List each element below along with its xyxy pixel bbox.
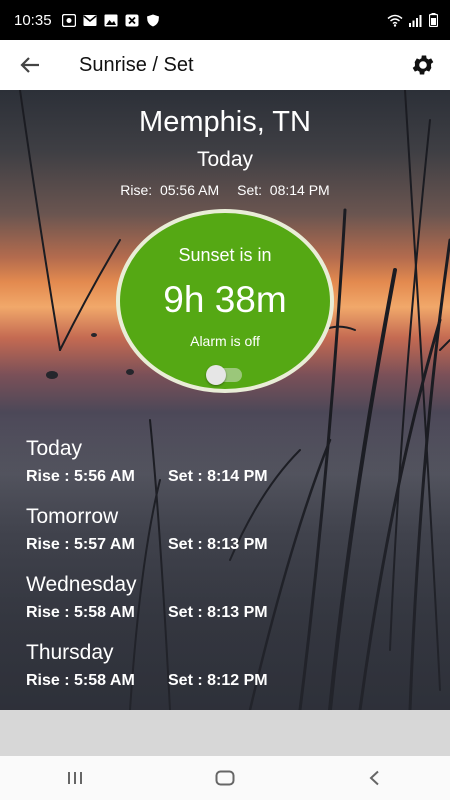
shield-icon	[146, 14, 159, 26]
home-icon	[215, 770, 235, 786]
status-bar: 10:35	[0, 0, 450, 40]
system-icons	[387, 13, 438, 27]
forecast-item: Wednesday Rise : 5:58 AM Set : 8:13 PM	[26, 572, 426, 640]
notification-icons	[61, 13, 160, 27]
arrow-back-icon	[20, 57, 39, 73]
forecast-rise: Rise : 5:56 AM	[26, 468, 135, 485]
forecast-times: Rise : 5:58 AM Set : 8:12 PM	[26, 672, 426, 690]
forecast-rise: Rise : 5:57 AM	[26, 536, 135, 553]
forecast-times: Rise : 5:58 AM Set : 8:13 PM	[26, 604, 426, 622]
forecast-day: Today	[26, 437, 83, 460]
forecast-times: Rise : 5:57 AM Set : 8:13 PM	[26, 536, 426, 554]
forecast-day: Wednesday	[26, 573, 137, 596]
countdown-label: Sunset is in	[178, 245, 272, 265]
forecast-set: Set : 8:13 PM	[168, 536, 268, 553]
sunset-background: Memphis, TN Today Rise: 05:56 AM Set: 08:…	[0, 90, 450, 710]
rise-label: Rise:	[120, 182, 153, 198]
forecast-times: Rise : 5:56 AM Set : 8:14 PM	[26, 468, 426, 486]
wifi-icon	[387, 14, 403, 27]
forecast-set: Set : 8:13 PM	[168, 604, 268, 621]
forecast-day: Tomorrow	[26, 505, 119, 528]
set-label: Set:	[237, 182, 263, 198]
close-box-icon	[125, 14, 139, 26]
battery-icon	[429, 13, 438, 27]
gmail-icon	[83, 14, 97, 26]
forecast-set: Set : 8:12 PM	[168, 672, 268, 689]
back-button[interactable]	[10, 45, 50, 85]
set-time: 08:14 PM	[269, 182, 330, 198]
ad-banner-area	[0, 710, 450, 756]
countdown-circle: Sunset is in 9h 38m Alarm is off	[116, 209, 334, 393]
recents-button[interactable]	[0, 756, 150, 800]
forecast-set: Set : 8:14 PM	[168, 468, 268, 485]
alarm-toggle[interactable]	[206, 365, 242, 385]
nav-back-icon	[369, 770, 379, 786]
notification-app-icon	[61, 13, 76, 27]
rise-time: 05:56 AM	[159, 182, 220, 198]
forecast-day: Thursday	[26, 641, 114, 664]
today-rise-set: Rise: 05:56 AM Set: 08:14 PM	[0, 182, 450, 198]
signal-icon	[409, 14, 422, 27]
gallery-icon	[104, 14, 118, 26]
countdown-value: 9h 38m	[163, 279, 287, 320]
settings-button[interactable]	[408, 50, 438, 80]
forecast-rise: Rise : 5:58 AM	[26, 672, 135, 689]
page-title: Sunrise / Set	[79, 53, 194, 76]
recents-icon	[68, 772, 82, 784]
forecast-item: Tomorrow Rise : 5:57 AM Set : 8:13 PM	[26, 504, 426, 572]
home-button[interactable]	[150, 756, 300, 800]
current-day: Today	[196, 148, 254, 171]
system-back-button[interactable]	[300, 756, 450, 800]
forecast-list: Today Rise : 5:56 AM Set : 8:14 PM Tomorr…	[26, 436, 426, 708]
forecast-item: Today Rise : 5:56 AM Set : 8:14 PM	[26, 436, 426, 504]
forecast-item: Thursday Rise : 5:58 AM Set : 8:12 PM	[26, 640, 426, 708]
alarm-status: Alarm is off	[190, 333, 260, 349]
app-bar: Sunrise / Set	[0, 40, 450, 90]
gear-icon	[412, 55, 434, 75]
toggle-knob	[206, 365, 226, 385]
forecast-rise: Rise : 5:58 AM	[26, 604, 135, 621]
status-time: 10:35	[14, 11, 52, 29]
navigation-bar	[0, 756, 450, 800]
location-name: Memphis, TN	[139, 106, 311, 138]
